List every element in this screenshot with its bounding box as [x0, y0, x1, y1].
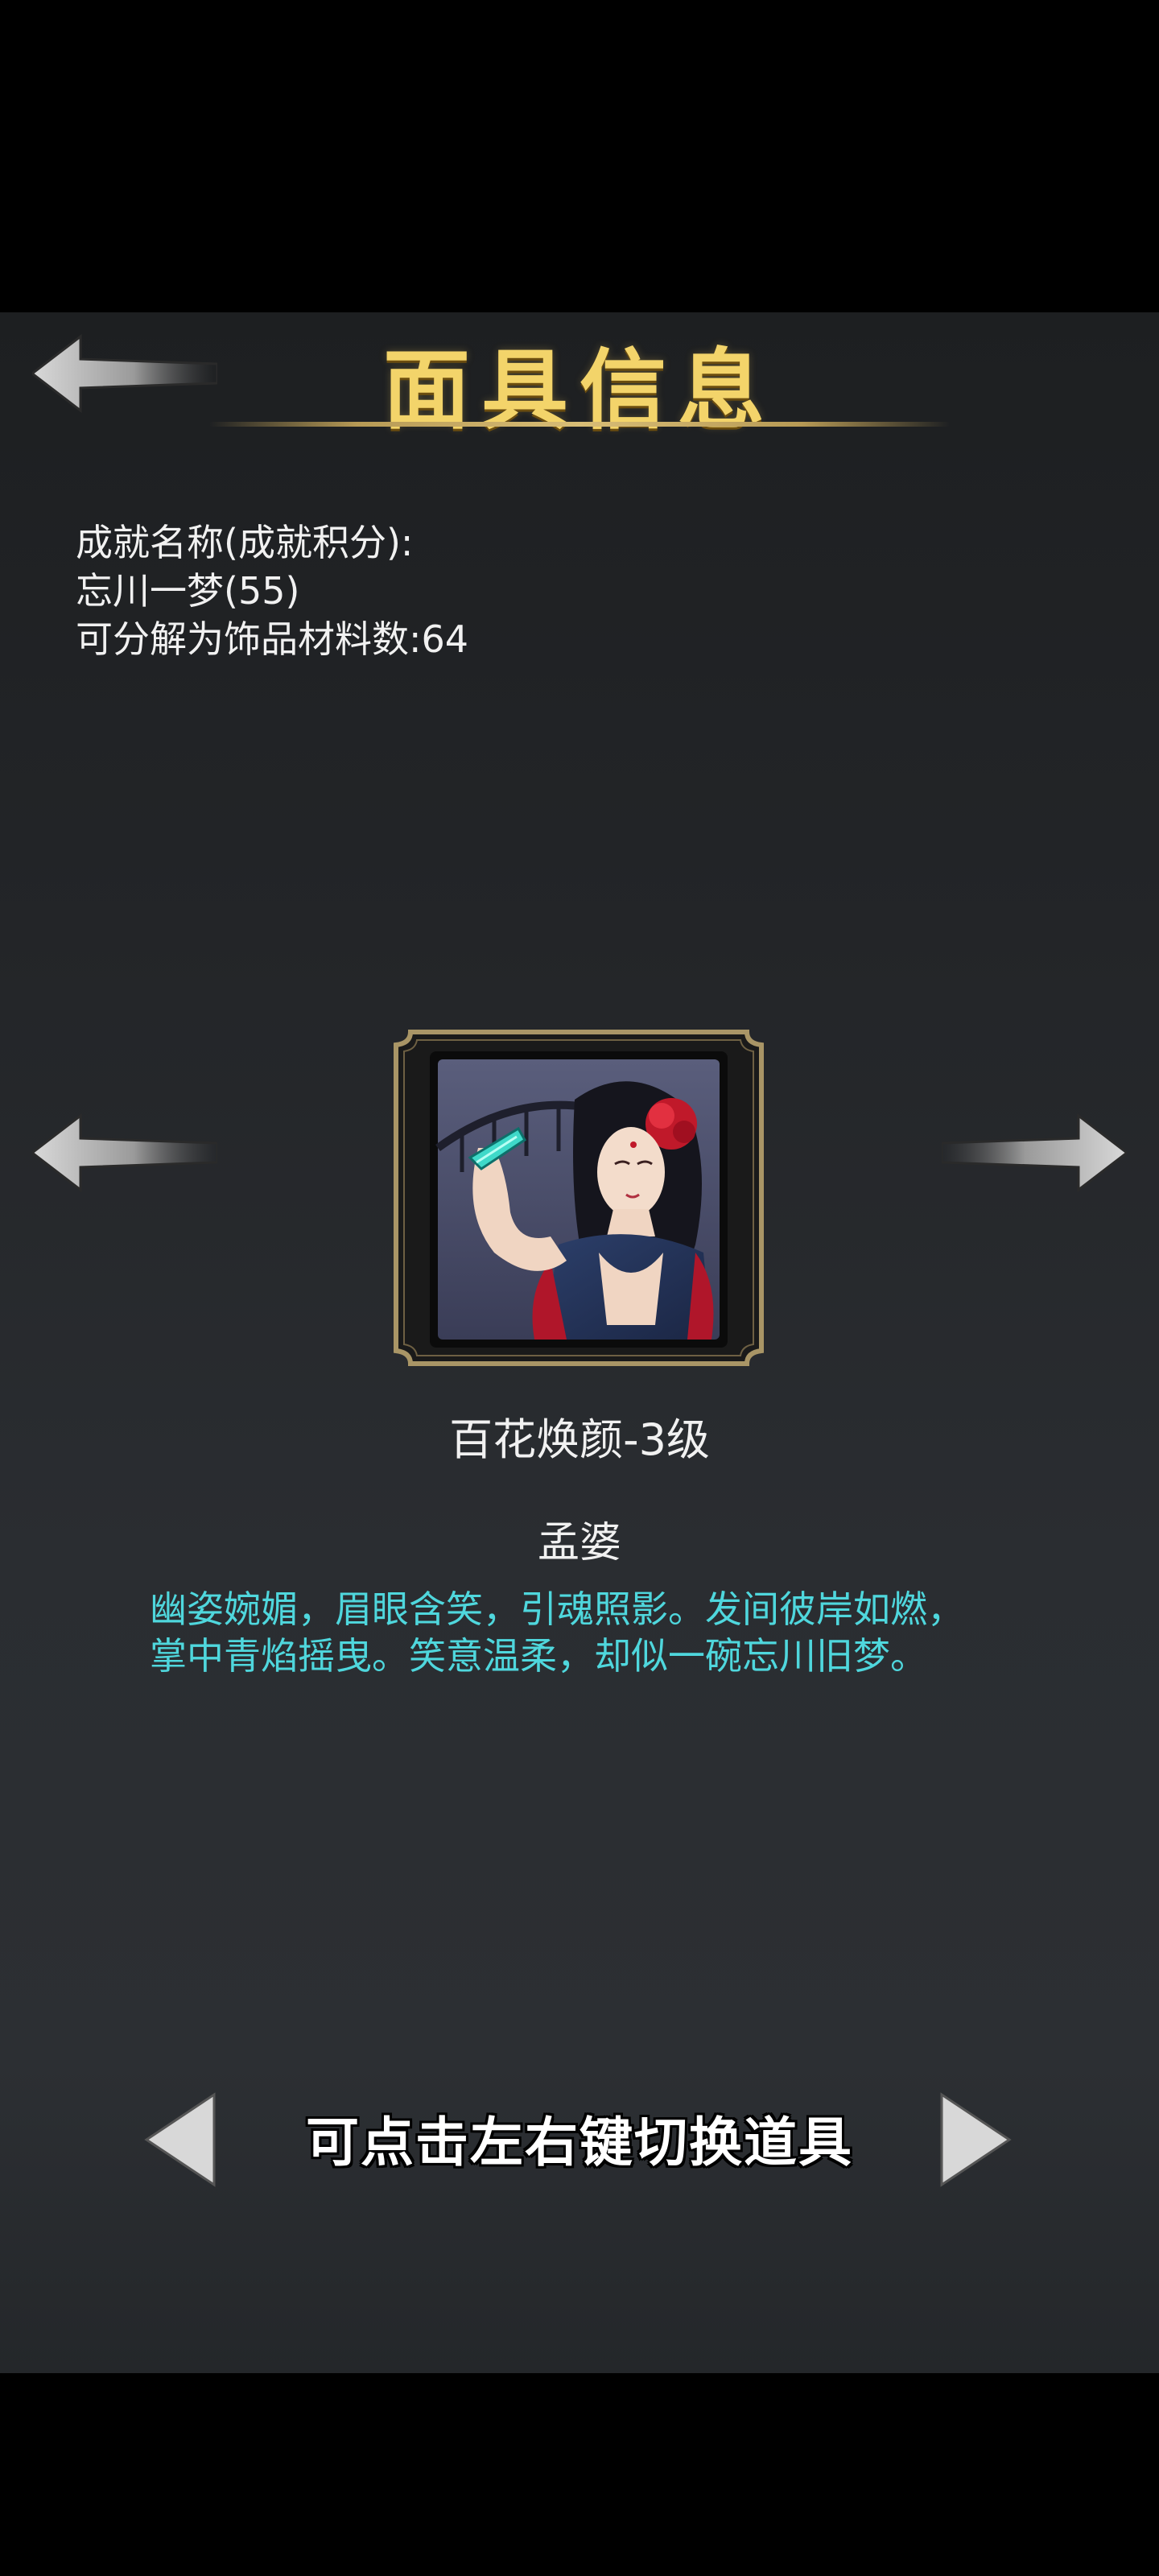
next-triangle-icon[interactable] — [937, 2091, 1014, 2188]
page-title: 面具信息 — [382, 340, 776, 441]
decompose-count: 可分解为饰品材料数:64 — [76, 617, 469, 661]
item-name: 百花焕颜-3级 — [449, 1414, 710, 1465]
portrait-container — [430, 1051, 728, 1348]
achievement-value: 忘川一梦(55) — [76, 569, 300, 613]
mask-info-screen: 面具信息 成就名称(成就积分): 忘川一梦(55) 可分解为饰品材料数:64 百… — [0, 312, 1159, 2373]
title-underline — [209, 422, 950, 427]
top-black-bar — [0, 0, 1159, 312]
bottom-black-bar — [0, 2373, 1159, 2576]
character-name: 孟婆 — [537, 1519, 621, 1567]
item-description: 幽姿婉媚，眉眼含笑，引魂照影。发间彼岸如燃， 掌中青焰摇曳。笑意温柔，却似一碗忘… — [150, 1586, 1067, 1679]
prev-item-arrow-icon[interactable] — [32, 1113, 217, 1193]
achievement-label: 成就名称(成就积分): — [76, 521, 414, 564]
description-line: 幽姿婉媚，眉眼含笑，引魂照影。发间彼岸如燃， — [150, 1587, 964, 1631]
next-item-arrow-icon[interactable] — [942, 1113, 1127, 1193]
achievement-info: 成就名称(成就积分): 忘川一梦(55) 可分解为饰品材料数:64 — [76, 518, 468, 663]
description-line: 掌中青焰摇曳。笑意温柔，却似一碗忘川旧梦。 — [150, 1634, 927, 1678]
mengpo-portrait — [435, 1059, 720, 1340]
item-frame[interactable] — [393, 1029, 765, 1367]
